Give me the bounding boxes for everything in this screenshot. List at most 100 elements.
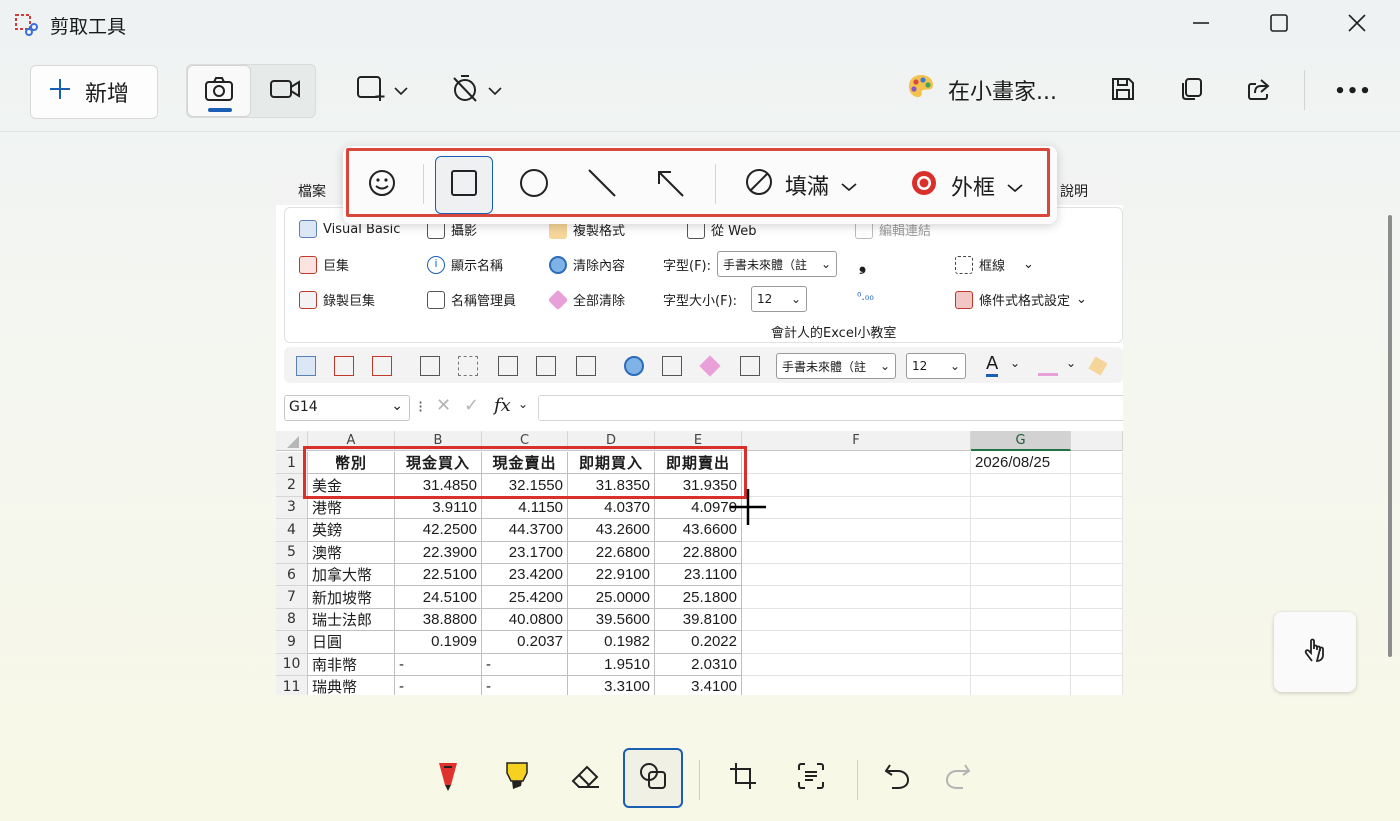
table-cell: 4.0970 — [655, 496, 742, 520]
qat-visual-basic-icon — [296, 356, 316, 376]
confirm-entry-icon: ✓ — [464, 395, 480, 416]
table-cell: 43.2600 — [568, 519, 655, 542]
timer-off-icon — [450, 73, 480, 107]
row-header: 6 — [276, 564, 308, 587]
qat-format-painter-icon — [1088, 356, 1108, 376]
undo-button[interactable] — [867, 748, 927, 808]
copy-button[interactable] — [1174, 74, 1208, 108]
excel-ribbon-group-title: 會計人的Excel小教室 — [771, 326, 897, 341]
video-mode-button[interactable] — [253, 65, 317, 117]
share-button[interactable] — [1242, 74, 1276, 108]
chevron-down-icon: ⌄ — [1010, 356, 1021, 370]
row-header: 10 — [276, 653, 308, 676]
table-cell: 44.3700 — [482, 519, 568, 542]
save-button[interactable] — [1106, 74, 1140, 108]
red-rectangle-annotation[interactable] — [303, 446, 747, 499]
excel-clear-content-item: 清除內容 — [549, 255, 625, 274]
touch-writing-button[interactable] — [1274, 612, 1356, 692]
borders-icon — [955, 255, 973, 274]
qat-font-size-combo: 12 ⌄ — [906, 353, 966, 379]
close-icon — [1347, 13, 1367, 37]
redo-button[interactable] — [928, 748, 988, 808]
empty-cell — [742, 676, 971, 695]
empty-cell — [971, 519, 1071, 542]
excel-quick-access-toolbar: 手書未來體（註 ⌄ 12 ⌄ A ⌄ ⌄ — [284, 347, 1123, 383]
table-cell: 3.3100 — [568, 676, 655, 695]
table-cell: 英鎊 — [308, 519, 395, 542]
qat-clear-content-icon — [624, 356, 644, 376]
new-snip-button[interactable]: 新增 — [30, 65, 158, 119]
excel-name-manager-item: 名稱管理員 — [427, 290, 516, 309]
undo-icon — [882, 761, 912, 795]
table-cell: 22.8800 — [655, 541, 742, 564]
minimize-button[interactable] — [1162, 0, 1240, 50]
empty-cell — [1071, 586, 1123, 609]
clear-content-icon — [549, 255, 567, 274]
chevron-down-icon: ⌄ — [790, 292, 802, 306]
text-actions-button[interactable] — [781, 748, 841, 808]
qat-checklist-icon — [536, 356, 556, 376]
excel-font-item: 字型(F): 手書未來體（註 ⌄ — [663, 251, 838, 277]
vertical-scrollbar[interactable] — [1388, 215, 1392, 657]
empty-cell — [1071, 541, 1123, 564]
eraser-button[interactable] — [555, 748, 615, 808]
empty-cell — [971, 474, 1071, 497]
table-cell: 42.2500 — [395, 519, 482, 542]
excel-tab-file: 檔案 — [298, 184, 326, 200]
highlighter-icon — [503, 759, 531, 797]
screenshot-mode-button[interactable] — [187, 65, 251, 117]
row-header: 9 — [276, 631, 308, 654]
excel-record-macro-item: 錄製巨集 — [299, 290, 375, 309]
eraser-icon — [569, 761, 601, 795]
crop-button[interactable] — [713, 748, 773, 808]
macros-icon — [299, 255, 317, 274]
active-mode-indicator — [208, 108, 232, 112]
maximize-button[interactable] — [1240, 0, 1318, 50]
visual-basic-icon — [299, 220, 317, 238]
empty-cell — [742, 474, 971, 497]
table-cell: 39.5600 — [568, 608, 655, 632]
snipping-tool-icon — [14, 13, 38, 37]
more-options-button[interactable]: ••• — [1334, 74, 1372, 108]
more-options-icon: ••• — [1334, 80, 1372, 102]
toolbar-separator — [0, 131, 1400, 132]
highlighter-button[interactable] — [487, 748, 547, 808]
chevron-down-icon: ⌄ — [1023, 257, 1034, 272]
chevron-down-icon — [394, 81, 408, 100]
chevron-down-icon: ⌄ — [879, 359, 890, 373]
chevron-down-icon: ⌄ — [1066, 356, 1077, 370]
empty-cell — [971, 564, 1071, 587]
video-camera-icon — [269, 77, 301, 105]
captured-image[interactable]: 檔案 說明 Visual Basic 巨集 錄製巨集 攝影 i 顯示名稱 名稱管… — [276, 175, 1123, 695]
table-cell: 瑞典幣 — [308, 676, 395, 695]
excel-tab-help: 說明 — [1060, 184, 1088, 200]
chevron-down-icon: ⌄ — [518, 397, 529, 411]
close-button[interactable] — [1318, 0, 1396, 50]
shapes-icon — [637, 760, 669, 796]
shapes-button[interactable] — [623, 748, 683, 808]
open-in-paint-button[interactable]: 在小畫家... — [906, 72, 1057, 108]
snip-shape-dropdown[interactable] — [356, 70, 408, 110]
table-cell: 43.6600 — [655, 519, 742, 542]
row-header: 8 — [276, 608, 308, 632]
empty-cell — [1071, 608, 1123, 632]
excel-macros-item: 巨集 — [299, 255, 349, 274]
table-cell: 22.5100 — [395, 564, 482, 587]
empty-cell — [742, 631, 971, 654]
excel-ribbon: Visual Basic 巨集 錄製巨集 攝影 i 顯示名稱 名稱管理員 複製格… — [284, 207, 1123, 343]
excel-show-name-item: i 顯示名稱 — [427, 255, 503, 274]
comma-style-icon: ❟ — [859, 254, 867, 275]
rectangle-snip-icon — [356, 74, 386, 106]
column-header: G — [971, 431, 1071, 451]
record-macro-icon — [299, 290, 317, 309]
empty-cell — [742, 564, 971, 587]
table-cell: 22.9100 — [568, 564, 655, 587]
table-cell: 新加坡幣 — [308, 586, 395, 609]
table-cell: 25.4200 — [482, 586, 568, 609]
row-header: 4 — [276, 519, 308, 542]
ballpoint-pen-button[interactable] — [418, 748, 478, 808]
delay-timer-dropdown[interactable] — [450, 70, 502, 110]
qat-form-icon — [576, 356, 596, 376]
chevron-down-icon — [488, 81, 502, 100]
maximize-icon — [1269, 13, 1289, 37]
